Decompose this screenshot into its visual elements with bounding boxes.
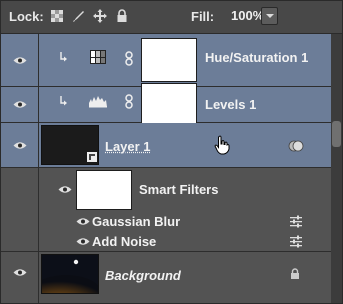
smart-filter-indicator-icon[interactable]: [288, 140, 304, 152]
hue-saturation-adjustment-icon: [90, 50, 106, 64]
layer-row-background[interactable]: Background: [1, 252, 331, 303]
visibility-toggle[interactable]: [1, 34, 39, 86]
fill-input[interactable]: 100%: [231, 7, 264, 25]
visibility-toggle[interactable]: [1, 252, 39, 303]
eye-icon: [13, 101, 27, 108]
filter-row-add-noise[interactable]: Add Noise: [1, 232, 331, 252]
filter-name[interactable]: Gaussian Blur: [92, 214, 180, 229]
lock-transparent-pixels-icon[interactable]: [50, 9, 64, 23]
fill-label: Fill:: [191, 9, 215, 24]
lock-image-pixels-icon[interactable]: [72, 9, 86, 23]
lock-label: Lock:: [9, 9, 44, 24]
smart-filters-label[interactable]: Smart Filters: [139, 182, 218, 197]
eye-icon: [13, 269, 27, 276]
blending-options-icon[interactable]: [289, 215, 303, 228]
panel-scrollbar[interactable]: [331, 34, 342, 303]
layer-thumbnail[interactable]: [41, 125, 99, 165]
smart-filter-mask-thumbnail[interactable]: [76, 170, 132, 210]
levels-adjustment-icon: [89, 96, 107, 108]
layer-options-bar: Lock: Fill: 100%: [1, 1, 342, 34]
clipping-arrow-icon: [60, 96, 67, 106]
layer-mask-thumbnail[interactable]: [141, 83, 197, 127]
layer-row-hue-saturation[interactable]: Hue/Saturation 1: [1, 34, 331, 87]
layer-row-levels[interactable]: Levels 1: [1, 83, 331, 127]
eye-icon: [13, 142, 27, 149]
smart-object-icon: [87, 152, 97, 162]
layers-panel: Lock: Fill: 100% Hue/Saturation 1 Levels…: [0, 0, 343, 304]
eye-icon[interactable]: [76, 217, 90, 226]
layer-name[interactable]: Layer 1: [105, 139, 151, 154]
visibility-toggle[interactable]: [1, 87, 39, 122]
fill-dropdown-button[interactable]: [261, 7, 278, 25]
background-thumbnail[interactable]: [41, 254, 99, 294]
eye-icon: [13, 57, 27, 64]
eye-icon[interactable]: [76, 237, 90, 246]
filter-name[interactable]: Add Noise: [92, 234, 156, 249]
blending-options-icon[interactable]: [289, 235, 303, 248]
layer-mask-thumbnail[interactable]: [141, 38, 197, 82]
hand-cursor-icon: [214, 135, 230, 155]
lock-position-icon[interactable]: [93, 9, 107, 23]
smart-filters-row[interactable]: Smart Filters: [1, 168, 331, 212]
layer-mask-link-icon[interactable]: [124, 94, 134, 109]
filter-row-gaussian-blur[interactable]: Gaussian Blur: [1, 212, 331, 232]
lock-all-icon[interactable]: [115, 9, 129, 23]
spacer-column: [1, 232, 39, 251]
clipping-arrow-icon: [60, 52, 67, 62]
layer-name[interactable]: Hue/Saturation 1: [205, 50, 308, 65]
layer-row-layer-1[interactable]: Layer 1: [1, 123, 331, 168]
scrollbar-thumb[interactable]: [332, 121, 341, 147]
layer-mask-link-icon[interactable]: [124, 51, 134, 66]
visibility-toggle[interactable]: [1, 123, 39, 167]
spacer-column: [1, 212, 39, 232]
eye-icon[interactable]: [58, 185, 72, 194]
spacer-column: [1, 168, 39, 212]
layer-lock-icon: [291, 268, 299, 279]
layer-name[interactable]: Levels 1: [205, 97, 256, 112]
layer-name[interactable]: Background: [105, 268, 181, 283]
